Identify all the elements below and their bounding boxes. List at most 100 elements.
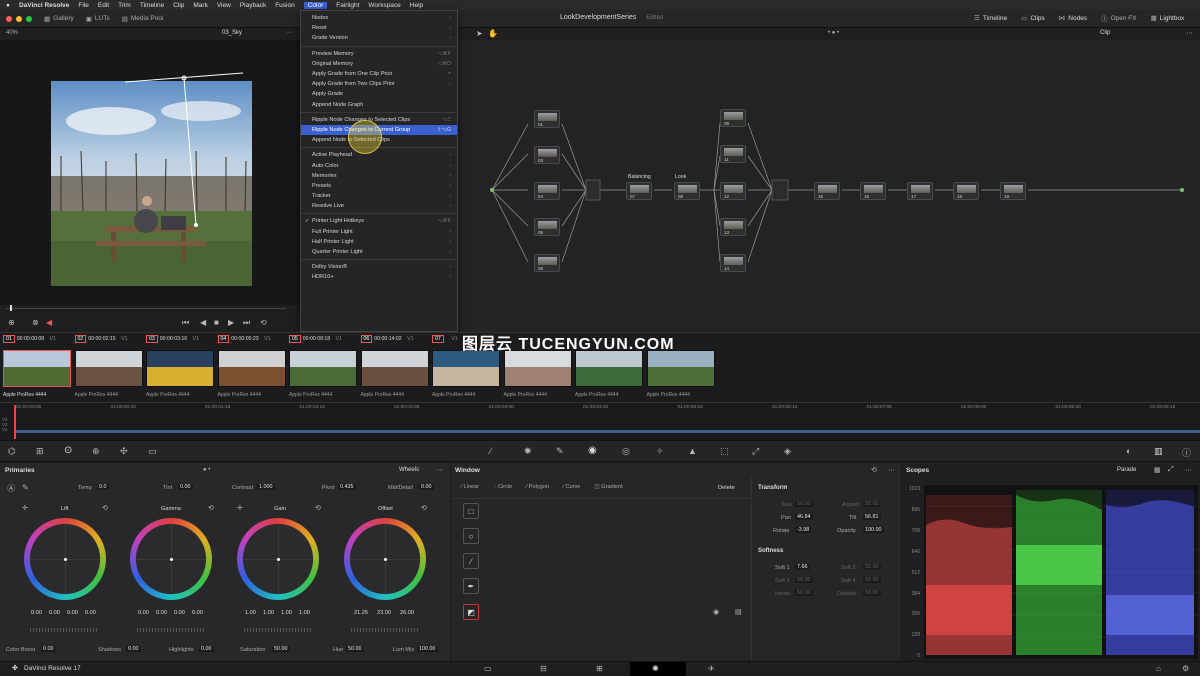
gradient-window-button[interactable]: ◩ xyxy=(463,604,479,620)
media-pool-button[interactable]: ▤ Media Pool xyxy=(116,15,170,23)
offset-g[interactable]: 23.00 xyxy=(377,610,391,616)
clip-thumbnail[interactable] xyxy=(146,350,214,387)
soft2-value[interactable]: 50.00 xyxy=(863,564,881,570)
lift-picker-icon[interactable]: ✛ xyxy=(22,504,28,512)
open-fx-toggle[interactable]: ⓕ Open FX xyxy=(1095,13,1143,24)
color-menu-item[interactable]: Memories › xyxy=(301,171,457,181)
window-tool-icon[interactable]: ◉ xyxy=(588,445,597,456)
opacity-value[interactable]: 100.00 xyxy=(863,527,884,533)
shadows-value[interactable]: 0.00 xyxy=(126,646,141,652)
gain-b[interactable]: 1.00 xyxy=(299,610,310,616)
app-menu[interactable]: DaVinci Resolve xyxy=(19,2,69,9)
invert-icon[interactable]: ◉ xyxy=(713,608,719,616)
gain-g[interactable]: 1.00 xyxy=(281,610,292,616)
soft4-value[interactable]: 50.00 xyxy=(863,577,881,583)
menu-trim[interactable]: Trim xyxy=(118,2,131,9)
lift-wheel[interactable] xyxy=(24,518,106,600)
lift-r[interactable]: 0.00 xyxy=(49,610,60,616)
bypass-icon[interactable]: ⊗ xyxy=(32,318,39,327)
lift-master-wheel[interactable] xyxy=(30,628,98,632)
more-options-icon[interactable]: ⋯ xyxy=(286,29,292,36)
expand-icon[interactable]: ⤢ xyxy=(1168,466,1174,474)
close-window-button[interactable] xyxy=(6,15,12,22)
outside-value[interactable]: 50.00 xyxy=(863,590,881,596)
lift-b[interactable]: 0.00 xyxy=(85,610,96,616)
node-04[interactable]: 04 xyxy=(534,182,560,200)
clips-toggle[interactable]: ▭ Clips xyxy=(1015,13,1051,23)
settings-icon[interactable]: ⚙ xyxy=(1182,664,1189,673)
gain-picker-icon[interactable]: ✛ xyxy=(237,504,243,512)
rotate-value[interactable]: -3.98 xyxy=(795,527,812,533)
gamma-master-wheel[interactable] xyxy=(137,628,205,632)
lum-mix-value[interactable]: 100.00 xyxy=(417,646,438,652)
pan-value[interactable]: 46.84 xyxy=(795,514,813,520)
menu-fusion[interactable]: Fusion xyxy=(275,2,295,9)
color-menu-item[interactable]: Apply Grade from One Clip Prior = xyxy=(301,69,457,79)
offset-wheel[interactable] xyxy=(344,518,426,600)
offset-reset-icon[interactable]: ⟲ xyxy=(421,504,427,512)
key-icon[interactable]: ⬚ xyxy=(720,446,729,457)
node-mode-select[interactable]: Clip xyxy=(1100,30,1110,36)
scrubber-playhead[interactable] xyxy=(10,305,12,311)
node-16[interactable]: 16 xyxy=(860,182,886,200)
hdr-icon[interactable]: ⊕ xyxy=(92,446,100,457)
scope-mode-select[interactable]: Parade xyxy=(1117,467,1136,473)
color-menu-item[interactable]: Append Node Graph xyxy=(301,100,457,110)
tool-polygon[interactable]: ⁄ Polygon xyxy=(526,484,549,490)
clip-thumbnail[interactable] xyxy=(646,350,715,387)
grid-icon[interactable]: ▦ xyxy=(1154,466,1161,474)
clip-thumbnail[interactable] xyxy=(217,350,286,387)
lift-reset-icon[interactable]: ⟲ xyxy=(102,504,108,512)
gain-r[interactable]: 1.00 xyxy=(263,610,274,616)
node-11[interactable]: 11 xyxy=(720,145,746,163)
mid-detail-value[interactable]: 0.00 xyxy=(419,484,434,490)
node-18[interactable]: 18 xyxy=(953,182,979,200)
color-menu-item[interactable]: Tracker › xyxy=(301,191,457,201)
color-page-icon[interactable]: ✺ xyxy=(652,664,659,673)
menu-mark[interactable]: Mark xyxy=(193,2,207,9)
tint-value[interactable]: 0.00 xyxy=(178,484,193,490)
offset-r[interactable]: 21.25 xyxy=(354,610,368,616)
color-menu-item[interactable]: Reset › xyxy=(301,23,457,33)
play-reverse-icon[interactable]: ◀ xyxy=(200,318,206,327)
media-page-icon[interactable]: ▭ xyxy=(484,664,492,673)
node-08[interactable]: 08 xyxy=(674,182,700,200)
node-14[interactable]: 14 xyxy=(720,254,746,272)
node-15[interactable]: 15 xyxy=(814,182,840,200)
luts-button[interactable]: ▣ LUTs xyxy=(80,15,116,23)
inside-value[interactable]: 50.00 xyxy=(795,590,813,596)
curves-icon[interactable]: ∕ xyxy=(490,446,492,456)
node-editor[interactable]: 01 03 04 05 06 Balancing Look 07 08 09 1… xyxy=(458,28,1200,332)
zoom-window-button[interactable] xyxy=(26,15,32,22)
home-icon[interactable]: ⌂ xyxy=(1156,664,1161,673)
motion-effects-icon[interactable]: ▭ xyxy=(148,446,157,457)
node-19[interactable]: 19 xyxy=(1000,182,1026,200)
node-03[interactable]: 03 xyxy=(534,146,560,164)
viewer-clip-name[interactable]: 03_Sky xyxy=(222,30,242,36)
window-reset-icon[interactable]: ⟲ xyxy=(871,466,877,474)
node-01[interactable]: 01 xyxy=(534,110,560,128)
timeline-toggle[interactable]: ☰ Timeline xyxy=(968,13,1013,23)
go-to-start-icon[interactable]: ⏮ xyxy=(182,318,189,328)
sizing-icon[interactable]: ⤢ xyxy=(752,446,759,457)
clip-thumbnail[interactable] xyxy=(432,350,500,387)
clip-thumbnail[interactable] xyxy=(289,350,357,387)
gamma-r[interactable]: 0.00 xyxy=(156,610,167,616)
blur-icon[interactable]: ▲ xyxy=(688,446,697,456)
hand-icon[interactable]: ✋ xyxy=(488,29,498,38)
pivot-value[interactable]: 0.435 xyxy=(338,484,356,490)
mute-icon[interactable]: ◀ xyxy=(46,318,52,327)
clip-thumbnail[interactable] xyxy=(3,350,71,387)
color-menu-item[interactable]: Apply Grade from Two Clips Prior − xyxy=(301,79,457,89)
auto-balance-icon[interactable]: Ⓐ xyxy=(7,483,15,494)
clip-thumbnail[interactable] xyxy=(503,350,572,387)
scopes-icon[interactable]: ▥ xyxy=(1154,446,1163,457)
color-menu-item[interactable]: Preview Memory ⌥⌘P xyxy=(301,49,457,59)
tool-circle[interactable]: ◌ Circle xyxy=(493,484,512,490)
menu-help[interactable]: Help xyxy=(410,2,423,9)
color-boost-value[interactable]: 0.00 xyxy=(41,646,56,652)
wheels-mode-select[interactable]: Wheels xyxy=(399,467,419,473)
menu-playback[interactable]: Playback xyxy=(240,2,266,9)
clip-thumbnail[interactable] xyxy=(74,350,143,387)
timeline-playhead[interactable] xyxy=(14,405,16,439)
